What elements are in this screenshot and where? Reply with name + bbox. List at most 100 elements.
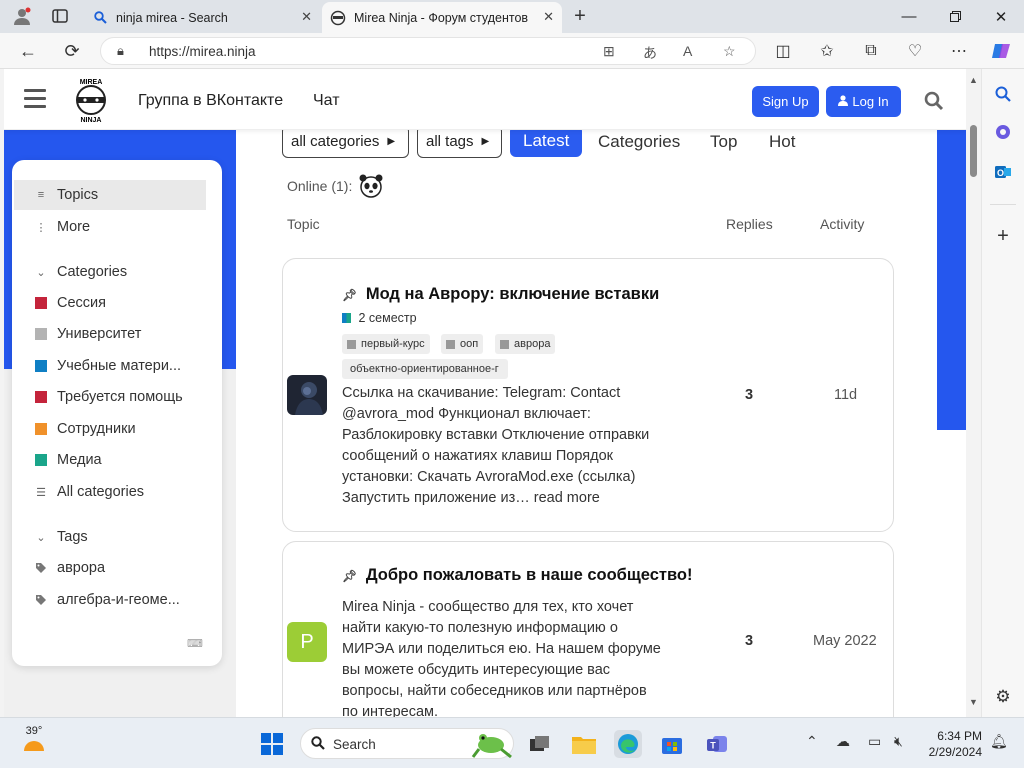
- topic-title[interactable]: 📌︎ Добро пожаловать в наше сообщество!: [342, 566, 693, 585]
- microsoft-store-icon[interactable]: [658, 730, 686, 758]
- sidebar-item-all-categories[interactable]: ☰ All categories: [14, 477, 206, 507]
- topic-tag[interactable]: ооп: [441, 334, 484, 354]
- column-header-activity[interactable]: Activity: [820, 216, 864, 232]
- sign-up-button[interactable]: Sign Up: [752, 86, 819, 117]
- tab-hot[interactable]: Hot: [769, 132, 795, 152]
- topic-tag[interactable]: аврора: [495, 334, 556, 354]
- tab-search[interactable]: ninja mirea - Search ✕: [84, 2, 320, 33]
- sidebar-section-tags[interactable]: ⌄ Tags: [14, 522, 206, 552]
- collections-icon[interactable]: ⧉: [858, 38, 884, 64]
- topic-tag[interactable]: первый-курс: [342, 334, 430, 354]
- weather-widget[interactable]: 39°: [20, 725, 48, 761]
- sidebar-item-tag[interactable]: алгебра-и-геоме...: [14, 585, 206, 615]
- page-scrollbar[interactable]: ▲ ▼: [966, 69, 981, 717]
- site-header: MIREA NINJA Группа в ВКонтакте Чат Sign …: [4, 69, 966, 130]
- close-tab-icon[interactable]: ✕: [543, 9, 554, 25]
- file-explorer-icon[interactable]: [570, 730, 598, 758]
- tab-mirea-ninja[interactable]: Mirea Ninja - Форум студентов ✕: [322, 2, 562, 33]
- sidebar-item-category[interactable]: Сессия: [14, 288, 206, 318]
- close-window-button[interactable]: ✕: [978, 0, 1024, 33]
- split-screen-icon[interactable]: ◫: [770, 38, 796, 64]
- sidebar-item-category[interactable]: Медиа: [14, 445, 206, 475]
- reply-count[interactable]: 3: [745, 633, 753, 649]
- chevron-down-icon: ⌄: [36, 266, 46, 279]
- read-more-link[interactable]: Запустить приложение из… read more: [342, 488, 677, 509]
- topic-tag[interactable]: объектно-ориентированное-г: [342, 359, 508, 379]
- scrollbar-thumb[interactable]: [970, 125, 977, 177]
- log-in-button[interactable]: Log In: [826, 86, 901, 117]
- copilot-tools-icon[interactable]: [992, 121, 1014, 143]
- tab-top[interactable]: Top: [710, 132, 737, 152]
- topic-card[interactable]: 📌︎ Мод на Аврору: включение вставки 2 се…: [282, 258, 894, 532]
- read-aloud-icon[interactable]: A: [683, 43, 692, 59]
- activity-date[interactable]: May 2022: [813, 633, 877, 649]
- avatar[interactable]: [287, 375, 327, 415]
- column-header-replies[interactable]: Replies: [726, 216, 773, 232]
- performance-icon[interactable]: ♡: [902, 38, 928, 64]
- system-clock[interactable]: 6:34 PM 2/29/2024: [918, 728, 982, 760]
- sidebar-item-category[interactable]: Требуется помощь: [14, 382, 206, 412]
- sidebar-item-category[interactable]: Учебные матери...: [14, 351, 206, 381]
- volume-muted-icon[interactable]: 🔇︎: [894, 733, 903, 750]
- favorite-star-icon[interactable]: ☆: [723, 43, 736, 60]
- topic-title[interactable]: 📌︎ Мод на Аврору: включение вставки: [342, 285, 659, 304]
- search-icon[interactable]: [924, 91, 944, 111]
- outlook-icon[interactable]: O: [992, 161, 1014, 183]
- site-logo[interactable]: MIREA NINJA: [68, 77, 114, 124]
- sidebar-item-tag[interactable]: аврора: [14, 553, 206, 583]
- profile-icon[interactable]: [8, 4, 36, 28]
- vk-group-link[interactable]: Группа в ВКонтакте: [138, 92, 283, 110]
- taskbar-search-box[interactable]: Search: [300, 728, 514, 759]
- topic-category[interactable]: 2 семестр: [342, 311, 417, 325]
- sidebar-item-label: алгебра-и-геоме...: [57, 592, 180, 608]
- scroll-down-icon[interactable]: ▼: [969, 697, 978, 707]
- sidebar-item-category[interactable]: Университет: [14, 319, 206, 349]
- excerpt-line: Разблокировку вставки Отключение отправк…: [342, 427, 650, 443]
- search-icon[interactable]: [992, 83, 1014, 105]
- chevron-up-icon[interactable]: ⌃: [806, 733, 818, 750]
- display-icon[interactable]: ▭: [868, 733, 881, 750]
- sidebar-item-more[interactable]: ⋮ More: [14, 212, 206, 242]
- favorites-icon[interactable]: ✩: [814, 38, 840, 64]
- more-menu-icon[interactable]: ⋯: [946, 38, 972, 64]
- avatar[interactable]: P: [287, 622, 327, 662]
- task-view-icon[interactable]: [526, 730, 554, 758]
- hamburger-menu-icon[interactable]: [24, 89, 46, 109]
- close-tab-icon[interactable]: ✕: [301, 9, 312, 25]
- tag-square-icon: [500, 339, 509, 349]
- gear-icon[interactable]: ⚙: [992, 686, 1014, 708]
- notification-bell-icon[interactable]: 🔔︎: [990, 733, 1008, 750]
- topic-card[interactable]: 📌︎ Добро пожаловать в наше сообщество! P…: [282, 541, 894, 717]
- add-icon[interactable]: +: [992, 225, 1014, 247]
- sidebar-item-label: More: [57, 219, 91, 235]
- start-windows-icon[interactable]: [258, 730, 286, 758]
- edge-browser-icon[interactable]: [614, 730, 642, 758]
- reply-count[interactable]: 3: [745, 387, 753, 403]
- minimize-button[interactable]: —: [886, 0, 932, 33]
- user-icon: [838, 94, 849, 109]
- translate-icon[interactable]: あ: [643, 43, 657, 63]
- app-available-icon[interactable]: ⊞: [603, 43, 615, 60]
- tag-square-icon: [446, 339, 455, 349]
- sidebar-item-topics[interactable]: ≡ Topics: [14, 180, 206, 210]
- sidebar-section-categories[interactable]: ⌄ Categories: [14, 257, 206, 287]
- panda-avatar-icon[interactable]: [358, 173, 384, 202]
- scroll-up-icon[interactable]: ▲: [969, 75, 978, 85]
- back-button[interactable]: ←: [14, 38, 42, 64]
- tab-categories[interactable]: Categories: [598, 132, 680, 152]
- chevron-down-icon: ⌄: [36, 531, 46, 544]
- sidebar-item-label: All categories: [57, 484, 145, 500]
- cloud-sync-icon[interactable]: ☁: [836, 733, 850, 750]
- sidebar-item-category[interactable]: Сотрудники: [14, 414, 206, 444]
- restore-button[interactable]: [932, 0, 978, 33]
- refresh-button[interactable]: ⟳: [58, 38, 86, 64]
- activity-date[interactable]: 11d: [834, 387, 857, 403]
- copilot-icon[interactable]: [988, 38, 1014, 64]
- url-field[interactable]: 🔒︎ https://mirea.ninja ⊞ あ A ☆: [100, 37, 756, 65]
- chat-link[interactable]: Чат: [313, 92, 340, 110]
- lock-icon[interactable]: 🔒︎: [117, 43, 124, 59]
- keyboard-shortcuts-icon[interactable]: ⌨: [187, 637, 203, 650]
- tab-actions-icon[interactable]: [46, 4, 74, 28]
- new-tab-button[interactable]: +: [566, 4, 594, 28]
- teams-icon[interactable]: T: [704, 730, 732, 758]
